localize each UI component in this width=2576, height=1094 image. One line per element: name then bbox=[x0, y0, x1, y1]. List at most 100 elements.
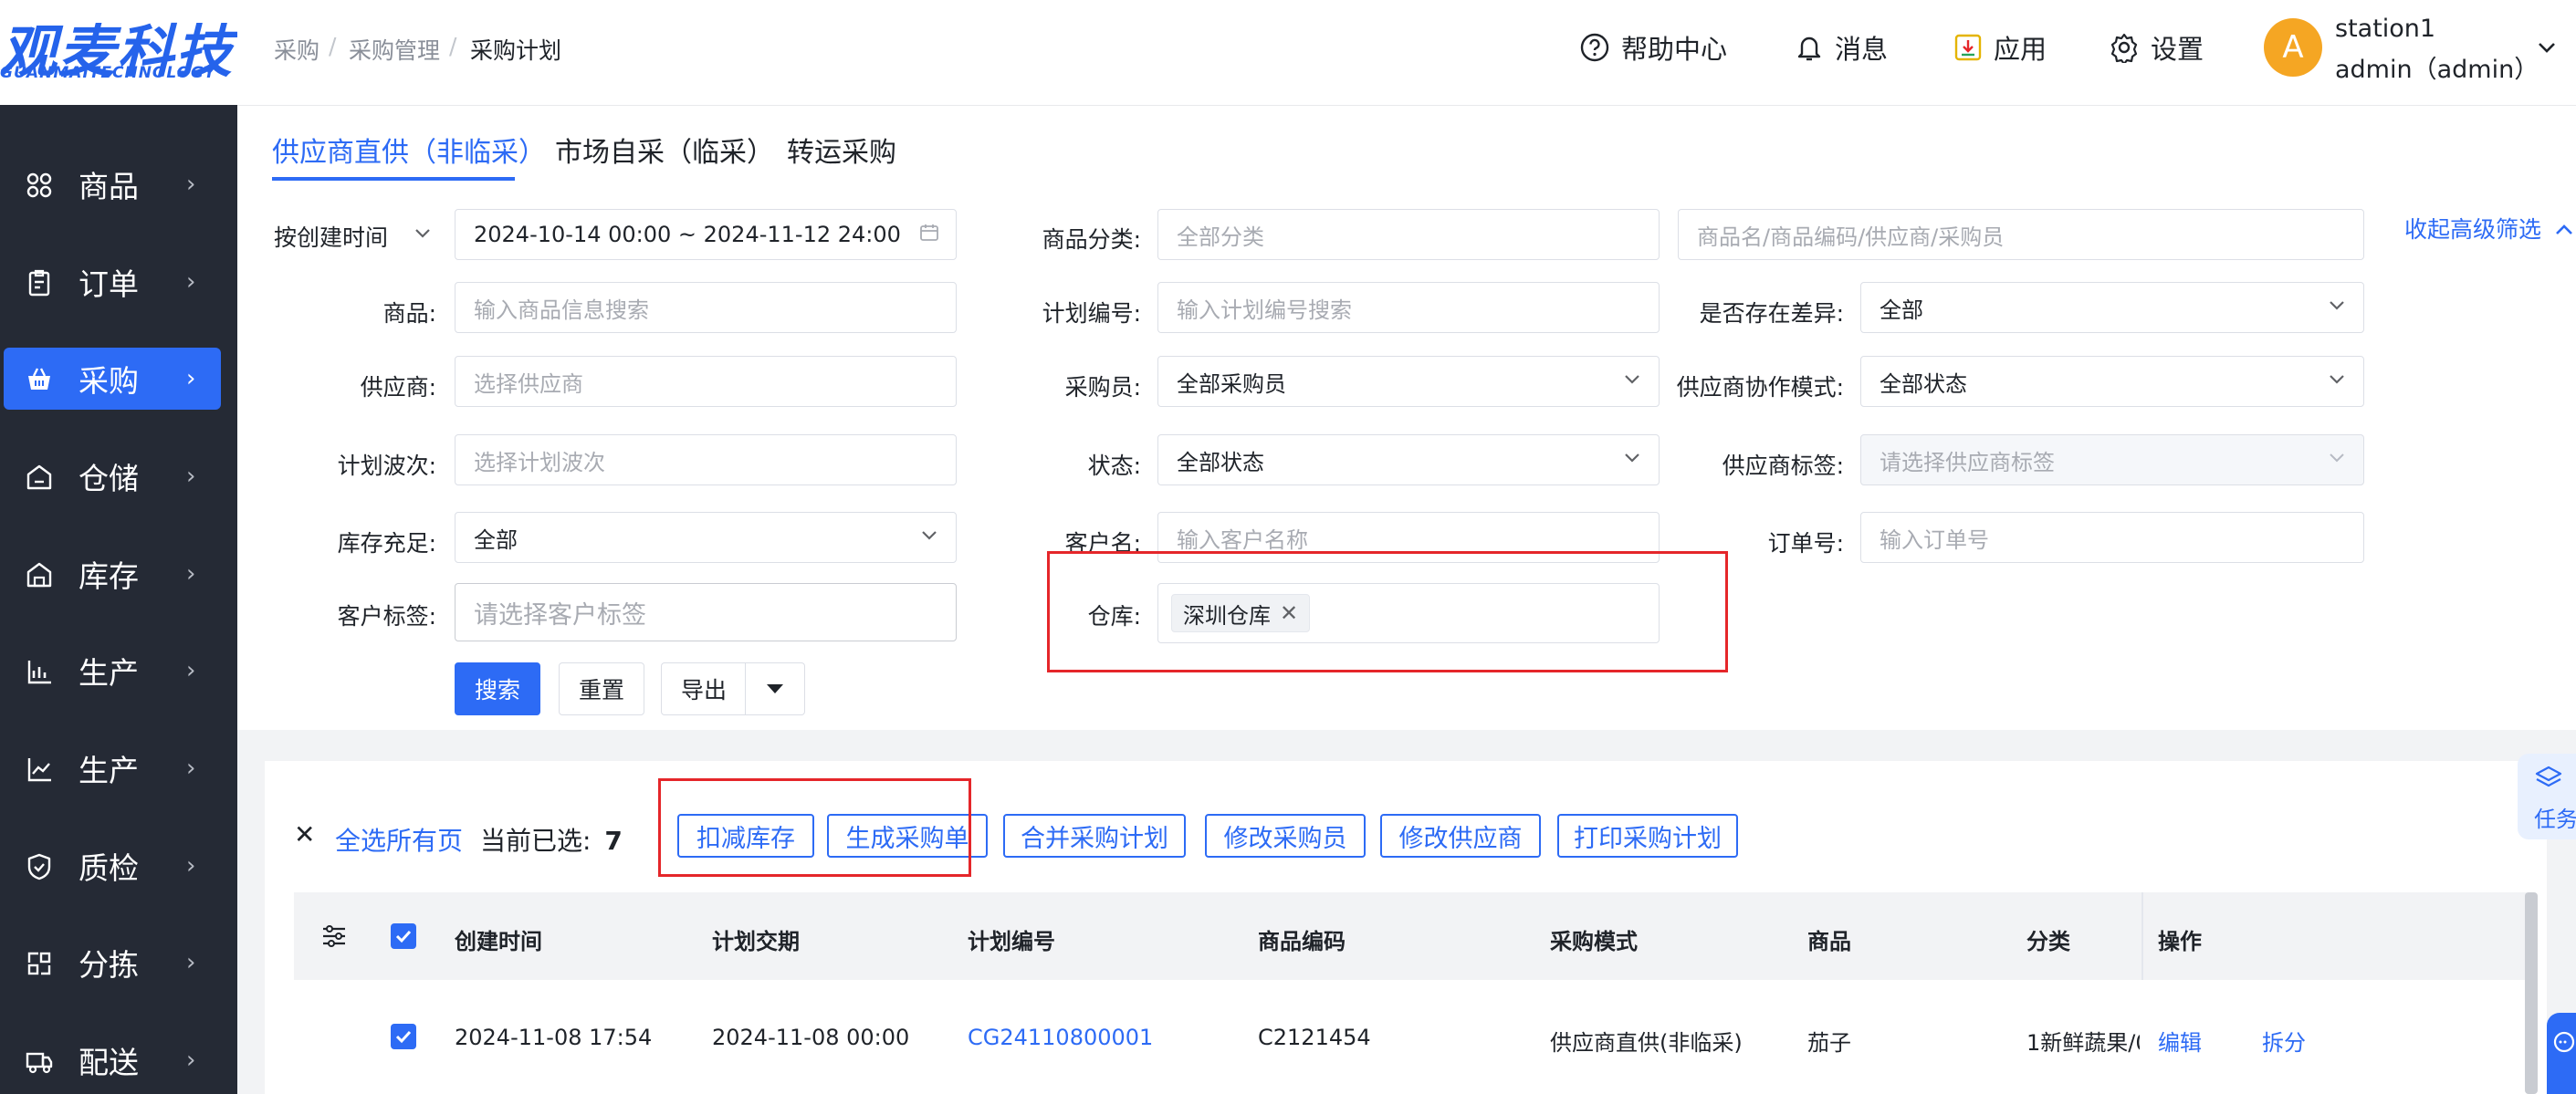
chevron-down-icon bbox=[2330, 453, 2344, 463]
sort-icon bbox=[27, 952, 51, 975]
sidebar-item-orders[interactable]: 订单 › bbox=[0, 251, 237, 313]
sidebar-item-purchase[interactable]: 采购 › bbox=[0, 348, 237, 410]
user-role[interactable]: admin（admin） bbox=[2335, 49, 2539, 85]
sidebar-item-label: 分拣 bbox=[79, 947, 139, 983]
row-checkbox[interactable] bbox=[391, 1024, 416, 1049]
chevron-right-icon: › bbox=[186, 171, 196, 198]
product-search-input[interactable]: 输入商品信息搜索 bbox=[455, 282, 957, 333]
chevron-down-icon bbox=[2330, 301, 2344, 310]
sidebar-item-delivery[interactable]: 配送 › bbox=[0, 1029, 237, 1091]
chevron-down-icon bbox=[1625, 453, 1639, 463]
table-scrollbar[interactable] bbox=[2525, 892, 2538, 1094]
sidebar-item-label: 生产 bbox=[79, 655, 139, 691]
cell-sku: C2121454 bbox=[1258, 1025, 1371, 1050]
sidebar-item-quality[interactable]: 质检 › bbox=[0, 835, 237, 897]
print-plan-button[interactable]: 打印采购计划 bbox=[1557, 814, 1738, 858]
sidebar-item-inventory[interactable]: 库存 › bbox=[0, 543, 237, 605]
buyer-select[interactable]: 全部采购员 bbox=[1157, 356, 1660, 407]
edit-link[interactable]: 编辑 bbox=[2158, 1025, 2202, 1057]
clear-selection-icon[interactable]: ✕ bbox=[294, 819, 315, 849]
messages-label: 消息 bbox=[1835, 34, 1889, 65]
product-label: 商品: bbox=[382, 300, 436, 327]
breadcrumb-separator: / bbox=[329, 33, 337, 59]
cell-plan-no-link[interactable]: CG24110800001 bbox=[968, 1025, 1153, 1050]
supplier-select[interactable]: 选择供应商 bbox=[455, 356, 957, 407]
chevron-down-icon bbox=[922, 531, 937, 540]
column-header[interactable]: 创建时间 bbox=[455, 923, 542, 955]
check-icon bbox=[395, 1030, 412, 1044]
column-header[interactable]: 商品编码 bbox=[1258, 923, 1346, 955]
supplier-label: 供应商: bbox=[360, 374, 436, 401]
app-download-icon bbox=[1954, 34, 1982, 61]
chevron-down-icon[interactable] bbox=[2536, 36, 2558, 58]
chevron-right-icon: › bbox=[186, 463, 196, 490]
tab-market-purchase[interactable]: 市场自采（临采） bbox=[555, 130, 774, 170]
messages-button[interactable]: 消息 bbox=[1795, 27, 1888, 68]
column-header[interactable]: 商品 bbox=[1807, 923, 1851, 955]
breadcrumb-current: 采购计划 bbox=[470, 37, 562, 64]
batch-select[interactable]: 选择计划波次 bbox=[455, 434, 957, 485]
top-bar: 采购 / 采购管理 / 采购计划 帮助中心 消息 应用 设置 bbox=[237, 0, 2576, 106]
merge-plan-button[interactable]: 合并采购计划 bbox=[1003, 814, 1186, 858]
chat-icon bbox=[2553, 1031, 2575, 1053]
keyword-search-input[interactable]: 商品名/商品编码/供应商/采购员 bbox=[1678, 209, 2364, 260]
tab-direct-supply[interactable]: 供应商直供（非临采） bbox=[272, 130, 546, 170]
highlight-box-warehouse bbox=[1047, 551, 1728, 672]
export-button[interactable]: 导出 bbox=[661, 662, 747, 715]
order-no-input[interactable]: 输入订单号 bbox=[1860, 512, 2364, 563]
search-button[interactable]: 搜索 bbox=[455, 662, 540, 715]
avatar[interactable]: A bbox=[2264, 18, 2322, 77]
sidebar-item-label: 采购 bbox=[79, 363, 139, 399]
cell-created-time: 2024-11-08 17:54 bbox=[455, 1025, 653, 1050]
truck-icon bbox=[26, 1052, 53, 1074]
column-header[interactable]: 计划编号 bbox=[968, 923, 1055, 955]
column-header[interactable]: 采购模式 bbox=[1550, 923, 1638, 955]
chevron-right-icon: › bbox=[186, 365, 196, 392]
grid-icon bbox=[26, 172, 52, 198]
diff-value: 全部 bbox=[1880, 297, 1923, 323]
export-dropdown-button[interactable] bbox=[745, 662, 805, 715]
stock-select[interactable]: 全部 bbox=[455, 512, 957, 563]
status-select[interactable]: 全部状态 bbox=[1157, 434, 1660, 485]
supplier-tag-select[interactable]: 请选择供应商标签 bbox=[1860, 434, 2364, 485]
logo[interactable]: 观麦科技 GUANMAITECHNOLOGY bbox=[0, 0, 237, 105]
sidebar-item-label: 订单 bbox=[79, 266, 139, 302]
diff-select[interactable]: 全部 bbox=[1860, 282, 2364, 333]
column-settings-icon[interactable] bbox=[319, 922, 349, 951]
apps-label: 应用 bbox=[1994, 34, 2047, 65]
chevron-right-icon: › bbox=[186, 949, 196, 976]
plan-no-label: 计划编号: bbox=[1042, 300, 1141, 327]
column-header[interactable]: 分类 bbox=[2026, 923, 2070, 955]
help-center-button[interactable]: 帮助中心 bbox=[1579, 27, 1727, 68]
tab-transfer-purchase[interactable]: 转运采购 bbox=[787, 130, 896, 170]
chat-widget-button[interactable] bbox=[2547, 1013, 2576, 1094]
category-select[interactable]: 全部分类 bbox=[1157, 209, 1660, 260]
sidebar-item-production-2[interactable]: 生产 › bbox=[0, 737, 237, 799]
coop-mode-value: 全部状态 bbox=[1880, 370, 1967, 397]
sidebar-item-sorting[interactable]: 分拣 › bbox=[0, 932, 237, 994]
select-all-pages-link[interactable]: 全选所有页 bbox=[335, 821, 463, 858]
task-panel-toggle[interactable]: 任务 bbox=[2518, 754, 2576, 839]
breadcrumb-item[interactable]: 采购 bbox=[274, 33, 319, 66]
apps-button[interactable]: 应用 bbox=[1953, 27, 2047, 68]
date-range-picker[interactable]: 2024-10-14 00:00 ~ 2024-11-12 24:00 bbox=[455, 209, 957, 260]
reset-button[interactable]: 重置 bbox=[559, 662, 644, 715]
customer-tag-select[interactable]: 请选择客户标签 bbox=[455, 583, 957, 641]
plan-no-input[interactable]: 输入计划编号搜索 bbox=[1157, 282, 1660, 333]
column-header[interactable]: 计划交期 bbox=[712, 923, 800, 955]
coop-mode-select[interactable]: 全部状态 bbox=[1860, 356, 2364, 407]
date-type-select[interactable]: 按创建时间 bbox=[274, 220, 430, 253]
collapse-link-label: 收起高级筛选 bbox=[2404, 216, 2542, 243]
settings-button[interactable]: 设置 bbox=[2109, 27, 2204, 68]
sidebar-item-warehousing[interactable]: 仓储 › bbox=[0, 445, 237, 507]
change-supplier-button[interactable]: 修改供应商 bbox=[1380, 814, 1541, 858]
gear-icon bbox=[2110, 33, 2138, 63]
change-buyer-button[interactable]: 修改采购员 bbox=[1205, 814, 1366, 858]
select-all-checkbox[interactable] bbox=[391, 923, 416, 949]
collapse-advanced-filter-link[interactable]: 收起高级筛选 bbox=[2404, 212, 2574, 245]
user-name[interactable]: station1 bbox=[2335, 15, 2435, 43]
breadcrumb-item[interactable]: 采购管理 bbox=[349, 33, 440, 66]
split-link[interactable]: 拆分 bbox=[2262, 1025, 2306, 1057]
sidebar-item-goods[interactable]: 商品 › bbox=[0, 153, 237, 215]
sidebar-item-production[interactable]: 生产 › bbox=[0, 640, 237, 702]
